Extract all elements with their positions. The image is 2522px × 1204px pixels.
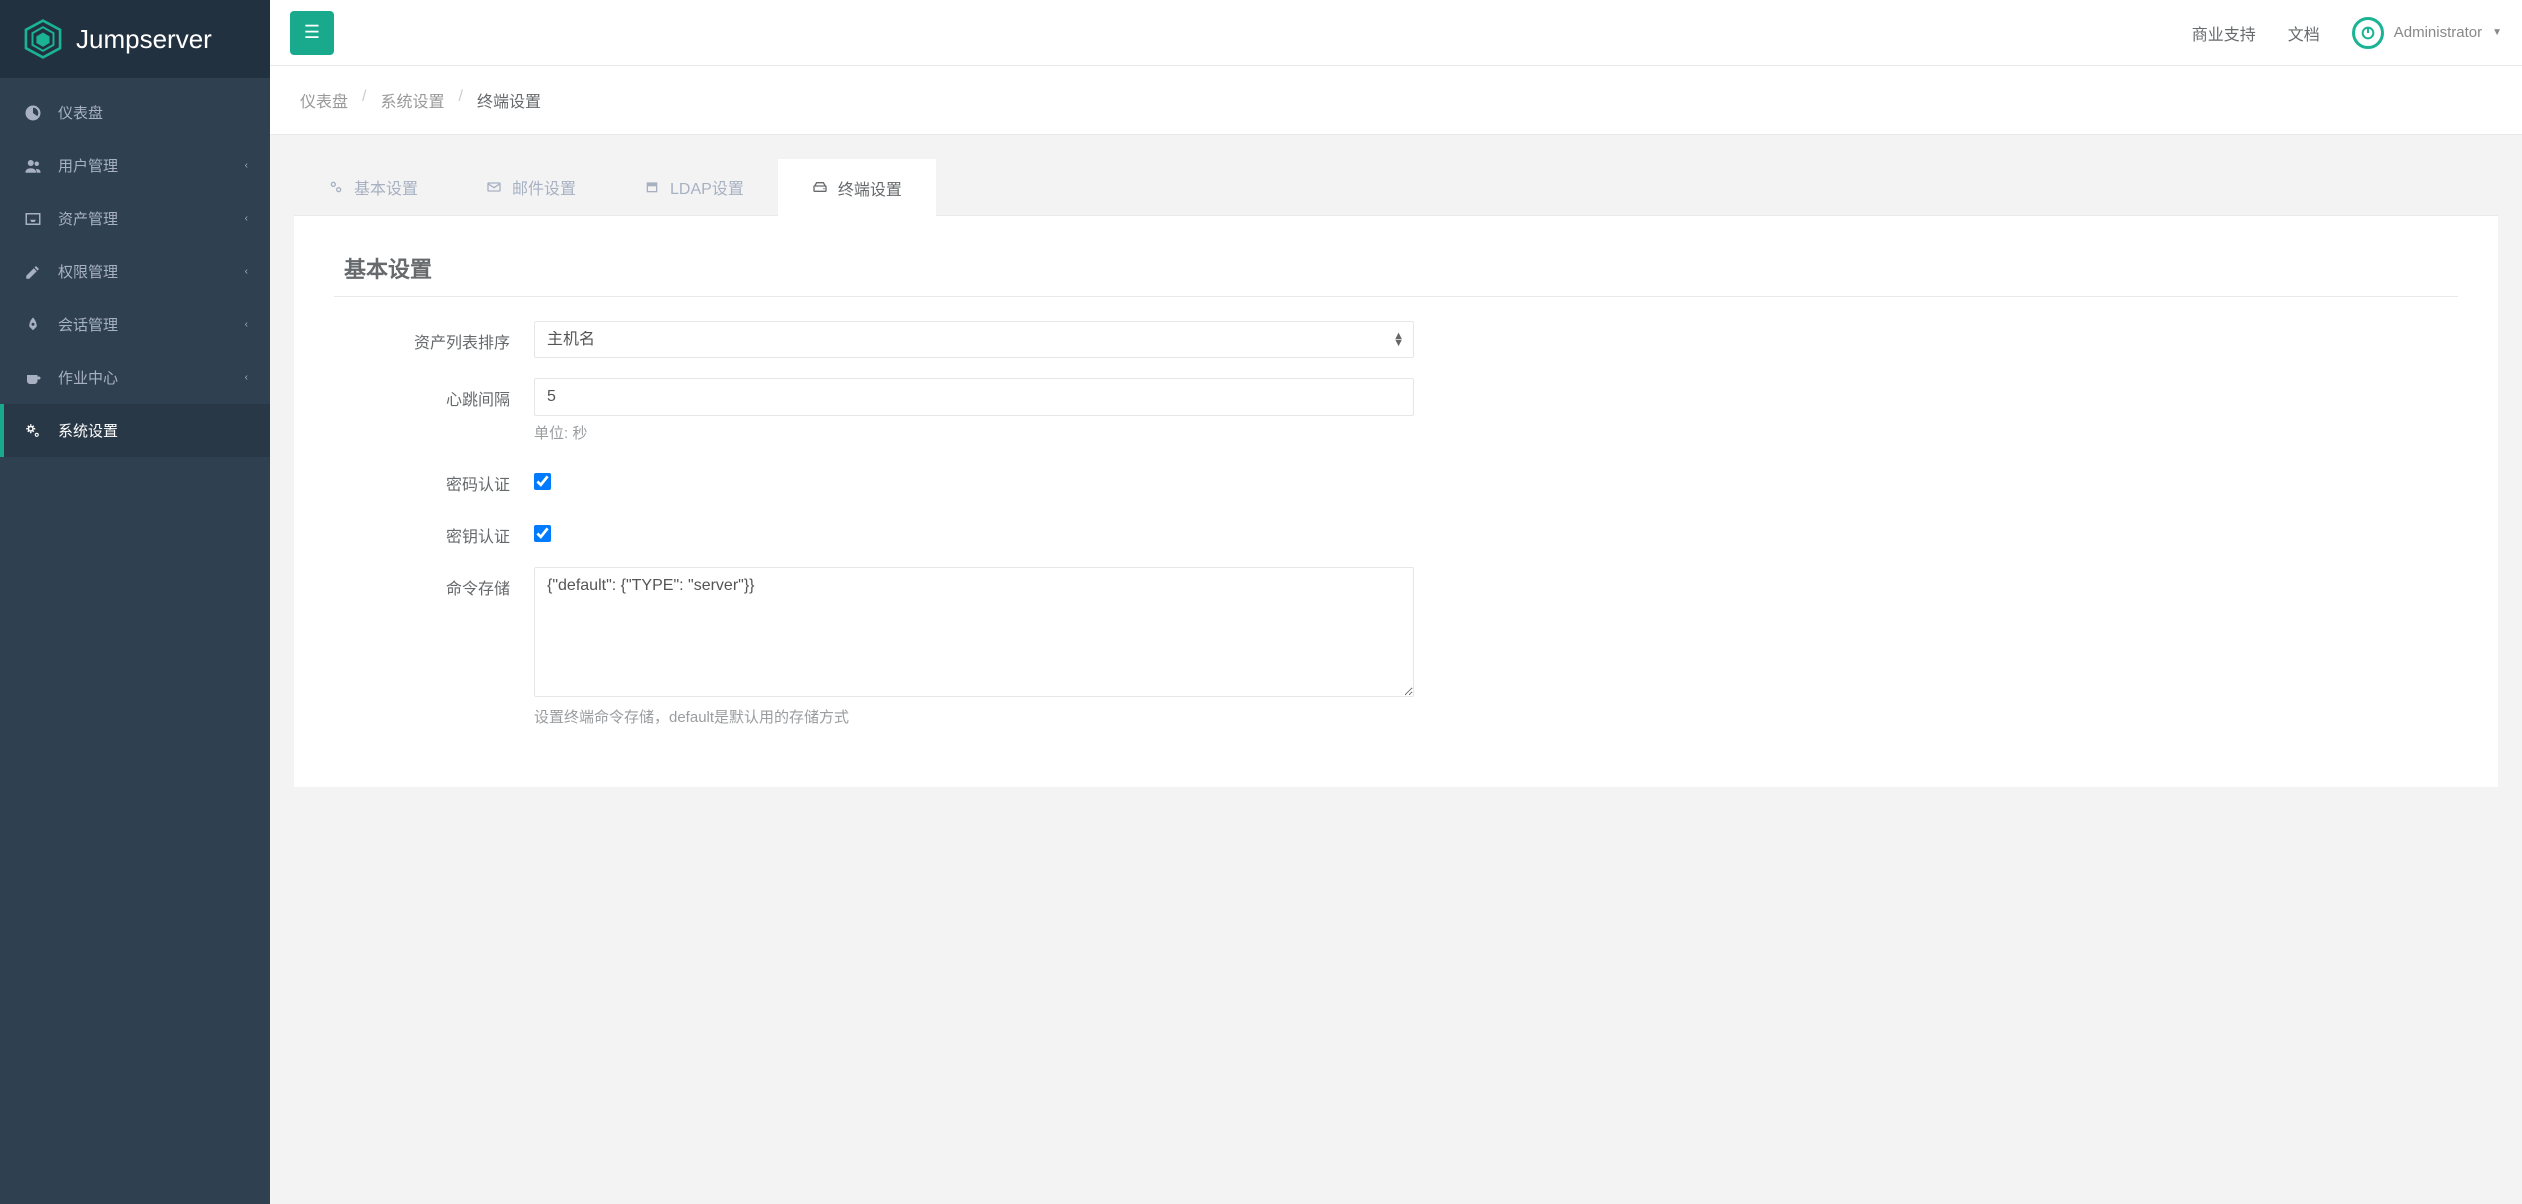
topbar-right: 商业支持 文档 Administrator ▼	[2192, 17, 2502, 49]
row-command-store: 命令存储 设置终端命令存储，default是默认用的存储方式	[334, 567, 2458, 727]
nav-jobs[interactable]: 作业中心 ‹	[0, 351, 270, 404]
row-heartbeat: 心跳间隔 单位: 秒	[334, 378, 2458, 443]
tab-basic[interactable]: 基本设置	[294, 159, 452, 215]
nav-label: 权限管理	[58, 261, 118, 282]
inbox-icon	[24, 210, 44, 228]
password-auth-checkbox[interactable]	[534, 473, 551, 490]
archive-icon	[644, 179, 660, 195]
tab-label: 邮件设置	[512, 175, 576, 199]
heartbeat-help: 单位: 秒	[534, 422, 1414, 443]
docs-link[interactable]: 文档	[2288, 21, 2320, 45]
nav-users[interactable]: 用户管理 ‹	[0, 139, 270, 192]
users-icon	[24, 157, 44, 175]
tab-label: 基本设置	[354, 175, 418, 199]
user-menu[interactable]: Administrator ▼	[2352, 17, 2502, 49]
breadcrumb: 仪表盘 / 系统设置 / 终端设置	[300, 88, 2492, 112]
command-store-help: 设置终端命令存储，default是默认用的存储方式	[534, 706, 1414, 727]
nav-settings[interactable]: 系统设置	[0, 404, 270, 457]
breadcrumb-item[interactable]: 仪表盘	[300, 88, 348, 112]
hdd-icon	[812, 180, 828, 196]
nav-label: 资产管理	[58, 208, 118, 229]
row-key-auth: 密钥认证	[334, 515, 2458, 547]
nav-label: 系统设置	[58, 420, 118, 441]
breadcrumb-current: 终端设置	[477, 88, 541, 112]
tabs: 基本设置 邮件设置 LDAP设置 终端设置	[294, 159, 2498, 216]
dashboard-icon	[24, 104, 44, 122]
tab-ldap[interactable]: LDAP设置	[610, 159, 778, 215]
chevron-left-icon: ‹	[245, 213, 248, 224]
main: ☰ 商业支持 文档 Administrator ▼ 仪表盘 / 系统设置 /	[270, 0, 2522, 1204]
section-title: 基本设置	[334, 252, 2458, 297]
tab-terminal[interactable]: 终端设置	[778, 159, 936, 216]
user-name: Administrator	[2394, 24, 2482, 41]
row-password-auth: 密码认证	[334, 463, 2458, 495]
logo[interactable]: Jumpserver	[0, 0, 270, 78]
label-key-auth: 密钥认证	[334, 515, 534, 547]
breadcrumb-item[interactable]: 系统设置	[380, 88, 444, 112]
heartbeat-input[interactable]	[534, 378, 1414, 416]
nav-sessions[interactable]: 会话管理 ‹	[0, 298, 270, 351]
nav-label: 作业中心	[58, 367, 118, 388]
nav-list: 仪表盘 用户管理 ‹ 资产管理 ‹ 权限管理 ‹ 会话管理 ‹	[0, 78, 270, 465]
tab-label: LDAP设置	[670, 175, 744, 199]
form-area: 基本设置 资产列表排序 主机名 ▲▼	[294, 216, 2498, 787]
nav-label: 仪表盘	[58, 102, 103, 123]
gears-icon	[24, 422, 44, 440]
nav-label: 会话管理	[58, 314, 118, 335]
command-store-textarea[interactable]	[534, 567, 1414, 697]
nav-label: 用户管理	[58, 155, 118, 176]
label-password-auth: 密码认证	[334, 463, 534, 495]
asset-sort-select[interactable]: 主机名	[534, 321, 1414, 358]
hamburger-icon: ☰	[304, 22, 320, 43]
label-heartbeat: 心跳间隔	[334, 378, 534, 410]
chevron-left-icon: ‹	[245, 266, 248, 277]
label-command-store: 命令存储	[334, 567, 534, 599]
nav-dashboard[interactable]: 仪表盘	[0, 86, 270, 139]
breadcrumb-bar: 仪表盘 / 系统设置 / 终端设置	[270, 66, 2522, 135]
tab-email[interactable]: 邮件设置	[452, 159, 610, 215]
sidebar: Jumpserver 仪表盘 用户管理 ‹ 资产管理 ‹ 权限管理 ‹	[0, 0, 270, 1204]
edit-icon	[24, 263, 44, 281]
tab-label: 终端设置	[838, 176, 902, 200]
coffee-icon	[24, 369, 44, 387]
chevron-left-icon: ‹	[245, 160, 248, 171]
label-asset-sort: 资产列表排序	[334, 321, 534, 353]
row-asset-sort: 资产列表排序 主机名 ▲▼	[334, 321, 2458, 358]
nav-assets[interactable]: 资产管理 ‹	[0, 192, 270, 245]
topbar: ☰ 商业支持 文档 Administrator ▼	[270, 0, 2522, 66]
breadcrumb-separator: /	[362, 88, 366, 112]
settings-panel: 基本设置 邮件设置 LDAP设置 终端设置	[294, 159, 2498, 787]
rocket-icon	[24, 316, 44, 334]
power-icon	[2352, 17, 2384, 49]
chevron-left-icon: ‹	[245, 319, 248, 330]
caret-down-icon: ▼	[2492, 27, 2502, 38]
chevron-left-icon: ‹	[245, 372, 248, 383]
sidebar-toggle-button[interactable]: ☰	[290, 11, 334, 55]
gear-icon	[328, 179, 344, 195]
brand-name: Jumpserver	[76, 24, 212, 55]
logo-icon	[22, 18, 64, 60]
content: 基本设置 邮件设置 LDAP设置 终端设置	[270, 135, 2522, 811]
envelope-icon	[486, 179, 502, 195]
nav-permissions[interactable]: 权限管理 ‹	[0, 245, 270, 298]
commercial-support-link[interactable]: 商业支持	[2192, 21, 2256, 45]
key-auth-checkbox[interactable]	[534, 525, 551, 542]
breadcrumb-separator: /	[458, 88, 462, 112]
